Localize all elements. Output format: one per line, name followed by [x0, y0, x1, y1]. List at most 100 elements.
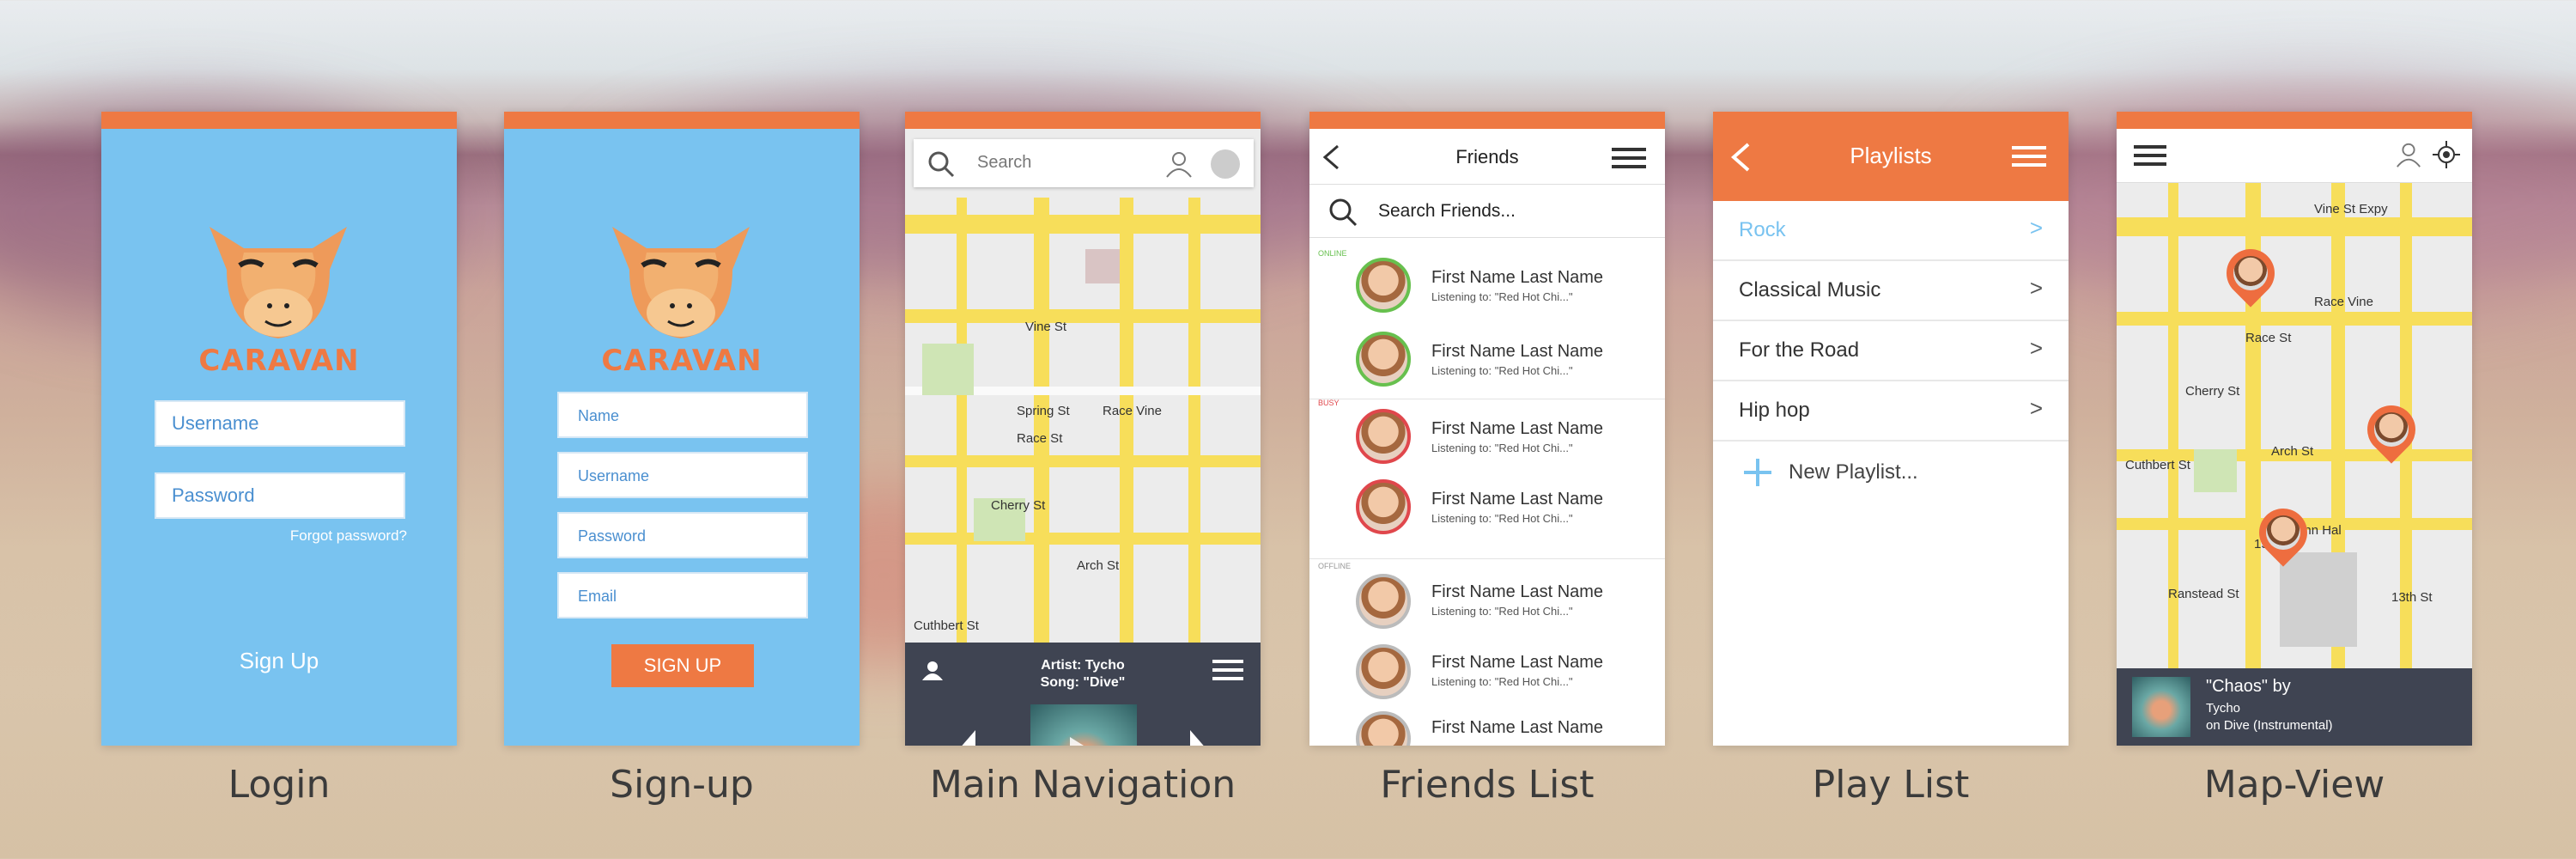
password-field[interactable]: Password — [155, 472, 405, 519]
map-label: Ranstead St — [2168, 587, 2239, 601]
map-road — [1188, 198, 1200, 643]
menu-icon[interactable] — [1212, 658, 1243, 682]
friend-row[interactable]: First Name Last Name Listening to: "Red … — [1309, 562, 1665, 634]
user-icon[interactable] — [2395, 141, 2422, 168]
brand-name: CARAVAN — [198, 344, 360, 378]
friend-listening: Listening to: "Red Hot Chi..." — [1431, 290, 1573, 303]
map-label: 13th St — [2391, 590, 2433, 605]
playlist-header: Playlists — [1713, 112, 2069, 201]
friend-avatar — [2374, 412, 2409, 447]
playlist-label: Classical Music — [1739, 278, 1881, 302]
playlist-label: For the Road — [1739, 338, 1860, 362]
username-field[interactable]: Username — [557, 452, 808, 498]
email-field[interactable]: Email — [557, 572, 808, 618]
friend-search[interactable]: Search Friends... — [1309, 184, 1665, 238]
search-icon — [928, 151, 955, 178]
map-building — [2280, 552, 2357, 647]
playlist-item[interactable]: For the Road > — [1713, 321, 2069, 381]
search-bar[interactable]: Search — [914, 139, 1254, 187]
album-name: on Dive (Instrumental) — [2206, 718, 2333, 733]
menu-icon[interactable] — [2012, 144, 2046, 168]
friend-row[interactable]: First Name Last Name Listening to: "Red … — [1309, 323, 1665, 399]
friend-row[interactable]: First Name Last Name Listening to: "Red … — [1309, 399, 1665, 474]
next-track-icon[interactable] — [1188, 728, 1209, 746]
plus-icon — [1744, 459, 1771, 486]
username-field[interactable]: Username — [155, 400, 405, 447]
playlist-screen: Playlists Rock > Classical Music > For the… — [1713, 112, 2069, 746]
friend-row[interactable]: First Name Last Name Listening to: "Red … — [1309, 474, 1665, 559]
map-park — [922, 344, 974, 395]
map-label: Vine St — [1025, 320, 1067, 334]
map-park — [2194, 449, 2237, 492]
caption-friends-list: Friends List — [1380, 763, 1595, 807]
sign-up-button[interactable]: SIGN UP — [611, 644, 754, 687]
caption-map-view: Map-View — [2203, 763, 2385, 807]
profile-avatar[interactable] — [1211, 149, 1240, 179]
map-label: Arch St — [1077, 558, 1120, 573]
map-label: Cherry St — [2185, 384, 2240, 399]
artist-name: Tycho — [2206, 701, 2241, 716]
map-road — [1120, 198, 1133, 643]
friend-avatar — [1356, 574, 1411, 629]
map-label: Race St — [1017, 431, 1063, 446]
forgot-password-link[interactable]: Forgot password? — [290, 527, 407, 545]
user-icon[interactable] — [1164, 149, 1194, 179]
friend-row[interactable]: First Name Last Name Listening to: "Red … — [1309, 247, 1665, 323]
map-label: Arch St — [2271, 444, 2314, 459]
friend-listening: Listening to: "Red Hot Chi..." — [1431, 512, 1573, 525]
camel-logo-icon — [612, 227, 750, 338]
location-target-icon[interactable] — [2433, 141, 2460, 168]
search-placeholder: Search — [977, 153, 1032, 172]
password-placeholder: Password — [172, 484, 255, 506]
map-road — [957, 198, 967, 643]
chevron-right-icon: > — [2029, 335, 2043, 361]
password-placeholder: Password — [578, 527, 647, 545]
name-field[interactable]: Name — [557, 392, 808, 438]
friend-name: First Name Last Name — [1431, 582, 1604, 601]
map-label: Spring St — [1017, 404, 1070, 418]
playlist-item[interactable]: Rock > — [1713, 201, 2069, 261]
menu-icon[interactable] — [1612, 146, 1646, 170]
top-accent-bar — [905, 112, 1261, 129]
friend-name: First Name Last Name — [1431, 419, 1604, 438]
friend-avatar — [1356, 644, 1411, 699]
friend-row[interactable]: First Name Last Name Listening to: "Red … — [1309, 634, 1665, 704]
map-view[interactable]: Vine St Spring St Race Vine Race St Cher… — [905, 129, 1261, 643]
playlist-item[interactable]: Classical Music > — [1713, 261, 2069, 321]
map-label: Vine St Expy — [2314, 202, 2388, 216]
mini-player[interactable]: "Chaos" by Tycho on Dive (Instrumental) — [2117, 668, 2472, 746]
artist-label: Artist: Tycho — [1041, 658, 1125, 673]
map-view[interactable]: Vine St Expy Race Vine Race St Cherry St… — [2117, 183, 2472, 673]
friend-listening: Listening to: "Red Hot Chi..." — [1431, 442, 1573, 454]
map-header — [2117, 129, 2472, 183]
friend-avatar — [1356, 711, 1411, 746]
now-playing-panel: Artist: Tycho Song: "Dive" — [905, 643, 1261, 746]
friends-list-screen: Friends Search Friends... ONLINE First N… — [1309, 112, 1665, 746]
sign-up-link[interactable]: Sign Up — [101, 648, 457, 674]
camel-logo-icon — [210, 227, 347, 338]
brand-name: CARAVAN — [601, 344, 762, 378]
top-accent-bar — [1309, 112, 1665, 129]
signup-screen: CARAVAN Name Username Password Email SIG… — [504, 112, 860, 746]
friend-name: First Name Last Name — [1431, 653, 1604, 672]
top-accent-bar — [504, 112, 860, 129]
map-label: Cherry St — [991, 498, 1046, 513]
login-screen: CARAVAN Username Password Forgot passwor… — [101, 112, 457, 746]
friend-avatar — [2266, 515, 2300, 550]
menu-icon[interactable] — [2134, 144, 2166, 167]
play-icon[interactable] — [1066, 735, 1106, 746]
map-label: Race Vine — [2314, 295, 2373, 309]
caption-login: Login — [228, 763, 331, 807]
chevron-right-icon: > — [2029, 395, 2043, 421]
album-art — [2132, 677, 2190, 737]
friend-name: First Name Last Name — [1431, 268, 1604, 287]
playlist-item[interactable]: Hip hop > — [1713, 381, 2069, 442]
friend-avatar — [1356, 479, 1411, 534]
new-playlist-button[interactable]: New Playlist... — [1744, 452, 2036, 495]
search-placeholder: Search Friends... — [1378, 201, 1516, 221]
friend-row[interactable]: First Name Last Name — [1309, 704, 1665, 746]
password-field[interactable]: Password — [557, 512, 808, 558]
email-placeholder: Email — [578, 588, 617, 605]
map-label: Race St — [2245, 331, 2292, 345]
previous-track-icon[interactable] — [957, 728, 977, 746]
